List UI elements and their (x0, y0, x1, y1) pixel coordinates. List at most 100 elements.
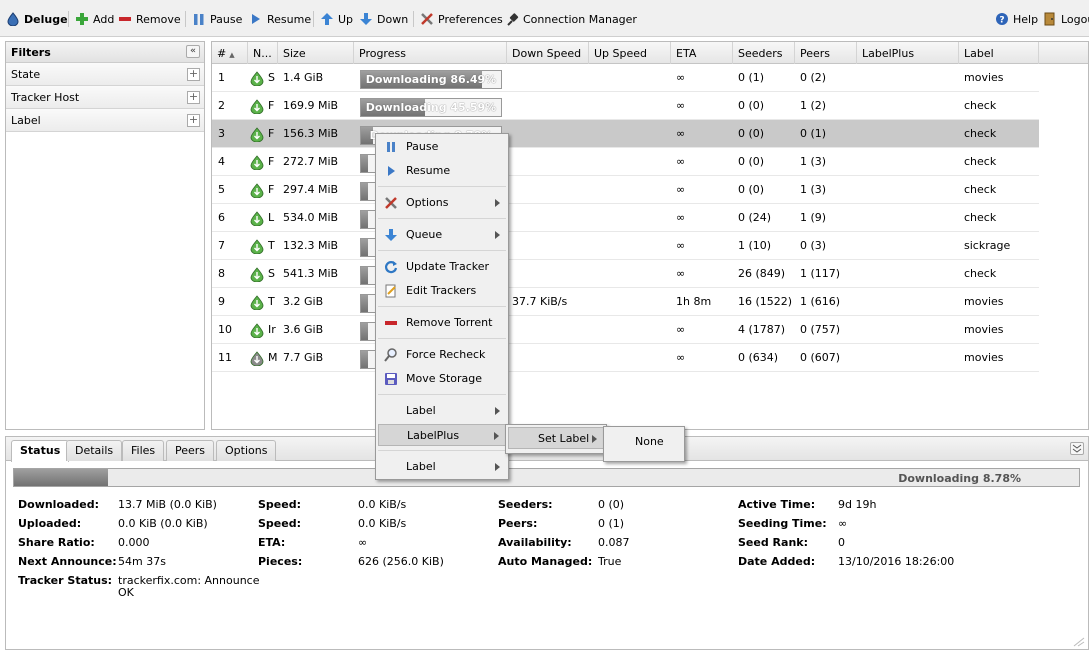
menu-item-edit-trackers[interactable]: Edit Trackers (378, 280, 506, 302)
filter-label[interactable]: Label + (6, 109, 204, 132)
torrent-row[interactable]: 2 F 169.9 MiB Downloading 45.59% ∞ 0 (0) 1 (2)… (212, 92, 1039, 120)
menu-item-queue[interactable]: Queue (378, 224, 506, 246)
menu-item-label-submenu[interactable]: Label (378, 400, 506, 422)
pause-button[interactable]: Pause (192, 11, 242, 27)
queue-up-button[interactable]: Up (320, 11, 353, 27)
menu-item-options[interactable]: Options (378, 192, 506, 214)
menu-item-label: Label (406, 460, 436, 473)
logout-button[interactable]: Logout (1043, 11, 1089, 27)
column-header-label[interactable]: Label (959, 42, 1039, 64)
tracker-status-value-2: OK (118, 586, 134, 599)
torrent-row[interactable]: 7 T 132.3 MiB ∞ 1 (10) 0 (3) sickrage (212, 232, 1039, 260)
down-label: Down (377, 12, 409, 26)
column-header-down-speed[interactable]: Down Speed (507, 42, 589, 64)
cell-labelplus (857, 120, 959, 148)
cell-down-speed (507, 316, 589, 344)
set-label-submenu: None (603, 426, 685, 462)
menu-item-resume[interactable]: Resume (378, 160, 506, 182)
seed-rank-value: 0 (838, 536, 845, 549)
torrent-row[interactable]: 8 S 541.3 MiB ∞ 26 (849) 1 (117) check (212, 260, 1039, 288)
menu-item-remove-torrent[interactable]: Remove Torrent (378, 312, 506, 334)
resume-button[interactable]: Resume (249, 11, 311, 27)
next-announce-value: 54m 37s (118, 555, 166, 568)
menu-item-update-tracker[interactable]: Update Tracker (378, 256, 506, 278)
cell-seeders: 0 (1) (738, 71, 765, 84)
cell-seeders: 0 (634) (738, 351, 779, 364)
connection-manager-label: Connection Manager (523, 12, 637, 26)
column-header-progress[interactable]: Progress (354, 42, 507, 64)
menu-item-force-recheck[interactable]: Force Recheck (378, 344, 506, 366)
cell-eta: ∞ (676, 127, 686, 140)
menu-item-set-label[interactable]: Set Label (508, 427, 604, 449)
filter-state[interactable]: State + (6, 63, 204, 86)
menu-separator (378, 250, 506, 251)
collapse-panel-button[interactable] (1070, 442, 1084, 455)
collapse-sidebar-button[interactable]: « (186, 45, 200, 58)
menu-item-none[interactable]: None (606, 431, 682, 453)
cell-size: 541.3 MiB (283, 267, 339, 280)
torrent-row[interactable]: 9 T 3.2 GiB 37.7 KiB/s 1h 8m 16 (1522) 1 (616)… (212, 288, 1039, 316)
torrent-row[interactable]: 3F156.3 MiBDownloading 8.78%∞0 (0)0 (1)c… (212, 120, 1039, 148)
expand-icon[interactable]: + (187, 114, 200, 127)
menu-item-label: Options (406, 196, 449, 209)
torrent-downloading-icon (250, 183, 264, 199)
arrow-down-icon (384, 228, 398, 242)
eta-label: ETA: (258, 536, 286, 549)
queue-down-button[interactable]: Down (359, 11, 408, 27)
column-header-up-speed[interactable]: Up Speed (589, 42, 671, 64)
cell-size: 3.2 GiB (283, 295, 324, 308)
filter-label-label: Label (11, 114, 41, 127)
expand-icon[interactable]: + (187, 68, 200, 81)
submenu-arrow-icon (495, 199, 500, 207)
column-header-peers[interactable]: Peers (795, 42, 857, 64)
tools-icon (384, 196, 398, 210)
column-header-eta[interactable]: ETA (671, 42, 733, 64)
cell-up-speed (589, 92, 671, 120)
column-header-labelplus[interactable]: LabelPlus (857, 42, 959, 64)
filter-tracker-host[interactable]: Tracker Host + (6, 86, 204, 109)
connection-manager-button[interactable]: Connection Manager (505, 11, 637, 27)
column-header-seeders[interactable]: Seeders (733, 42, 795, 64)
resize-grip-icon[interactable] (1072, 637, 1086, 647)
menu-item-label: Move Storage (406, 372, 483, 385)
tab-details[interactable]: Details (66, 440, 123, 461)
column-header-name[interactable]: N... (248, 42, 278, 64)
menu-item-move-storage[interactable]: Move Storage (378, 368, 506, 390)
logout-door-icon (1043, 12, 1057, 26)
seeders-value: 0 (0) (598, 498, 625, 511)
cell-number: 2 (218, 99, 225, 112)
add-button[interactable]: Add (75, 11, 114, 27)
cell-label: check (964, 267, 997, 280)
cell-labelplus (857, 260, 959, 288)
cell-number: 4 (218, 155, 225, 168)
torrent-row[interactable]: 11 M 7.7 GiB ∞ 0 (634) 0 (607) movies (212, 344, 1039, 372)
tab-files[interactable]: Files (122, 440, 165, 461)
torrent-row[interactable]: 6 L 534.0 MiB ∞ 0 (24) 1 (9) check (212, 204, 1039, 232)
expand-icon[interactable]: + (187, 91, 200, 104)
remove-button[interactable]: Remove (118, 11, 181, 27)
status-progress-bar: Downloading 8.78% (13, 468, 1080, 487)
filters-title: Filters (11, 46, 51, 59)
availability-value: 0.087 (598, 536, 630, 549)
menu-item-labelplus[interactable]: LabelPlus (378, 424, 506, 446)
tab-options[interactable]: Options (216, 440, 277, 461)
torrent-row[interactable]: 10 Ir 3.6 GiB ∞ 4 (1787) 0 (757) movies (212, 316, 1039, 344)
torrent-context-menu: Pause Resume Options Queue Update Tracke… (375, 133, 509, 480)
help-button[interactable]: ? Help (995, 11, 1038, 27)
uploaded-value: 0.0 KiB (0.0 KiB) (118, 517, 208, 530)
tab-status[interactable]: Status (11, 440, 70, 462)
cell-label: check (964, 127, 997, 140)
menu-item-label-submenu-2[interactable]: Label (378, 456, 506, 478)
cell-eta: 1h 8m (676, 295, 712, 308)
arrow-down-icon (359, 12, 373, 26)
column-header-size[interactable]: Size (278, 42, 354, 64)
menu-item-pause[interactable]: Pause (378, 136, 506, 158)
column-header-number[interactable]: # ▲ (212, 42, 248, 64)
preferences-button[interactable]: Preferences (420, 11, 503, 27)
menu-item-label: Pause (406, 140, 439, 153)
tab-peers[interactable]: Peers (166, 440, 215, 461)
torrent-row[interactable]: 5 F 297.4 MiB ∞ 0 (0) 1 (3) check (212, 176, 1039, 204)
torrent-row[interactable]: 1 S 1.4 GiB Downloading 86.49% ∞ 0 (1) 0 (2) mo… (212, 64, 1039, 92)
torrent-row[interactable]: 4 F 272.7 MiB ∞ 0 (0) 1 (3) check (212, 148, 1039, 176)
column-header-label: Seeders (738, 47, 783, 60)
